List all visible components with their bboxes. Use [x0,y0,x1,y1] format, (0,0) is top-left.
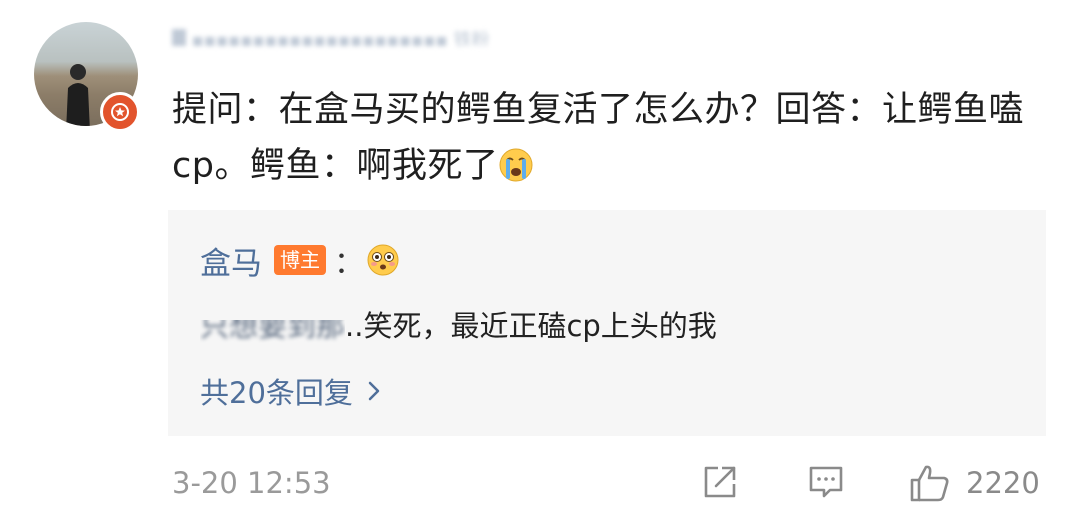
share-icon [704,466,736,498]
share-button[interactable] [700,462,740,502]
comment-button[interactable] [806,462,846,502]
crying-face-icon [498,144,534,182]
reply-header: 盒马 博主 ： [200,238,400,283]
view-replies-label: 共20条回复 [200,376,353,410]
thumbs-up-icon [910,465,949,502]
reply-thread[interactable]: 盒马 博主 ： 只想要到那..笑死，最近正磕cp上头的我 共20条回复 [168,210,1046,436]
comment-text: 提问：在盒马买的鳄鱼复活了怎么办？回答：让鳄鱼嗑cp。鳄鱼：啊我死了 [172,82,1052,194]
username[interactable]: █ ▪▪▪▪▪▪▪▪▪▪▪▪▪▪▪▪▪▪▪▪▪ 铁粉 [172,26,502,46]
reply-text-visible: ..笑死，最近正磕cp上头的我 [345,309,717,343]
chevron-right-icon [368,381,380,401]
reply-author[interactable]: 盒马 [200,238,262,283]
view-replies-link[interactable]: 共20条回复 [200,370,381,412]
like-button[interactable]: 2220 [908,462,1040,504]
verified-badge-icon [100,92,140,132]
blogger-tag: 博主 [274,245,326,275]
comment-body: 提问：在盒马买的鳄鱼复活了怎么办？回答：让鳄鱼嗑cp。鳄鱼：啊我死了 [172,90,1025,186]
comment-icon [809,466,843,498]
reply-text-obscured: 只想要到那 [200,309,346,343]
reply-text: 只想要到那..笑死，最近正磕cp上头的我 [200,306,717,346]
like-count: 2220 [966,466,1040,500]
avatar-silhouette [66,64,90,126]
reply-colon: ： [334,246,364,281]
timestamp: 3-20 12:53 [172,466,331,500]
flushed-face-icon [366,243,400,277]
